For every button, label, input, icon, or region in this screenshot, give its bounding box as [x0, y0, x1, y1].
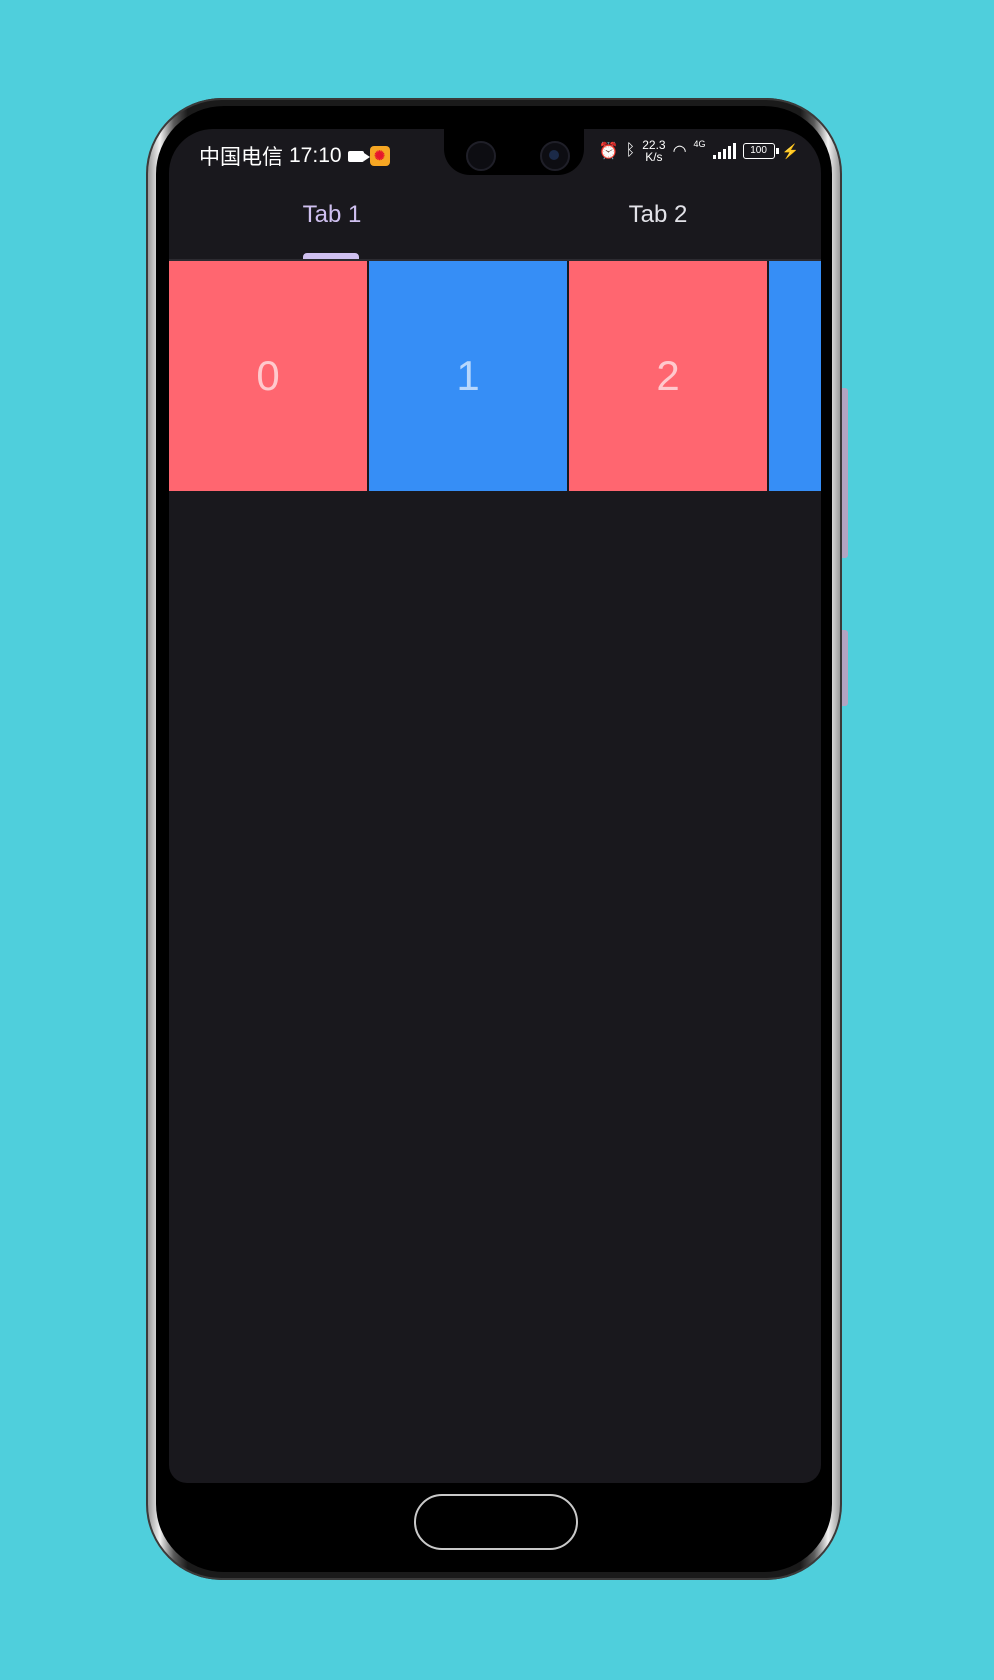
- power-button: [842, 630, 848, 706]
- volume-button: [842, 388, 848, 558]
- bluetooth-icon: ᛒ: [625, 142, 636, 159]
- network-speed: 22.3 K/s: [642, 139, 665, 163]
- tab-bar: Tab 1 Tab 2: [169, 175, 821, 255]
- charging-icon: ⚡: [781, 142, 799, 159]
- network-type: 4G: [693, 139, 706, 149]
- alarm-icon: ⏰: [598, 143, 619, 160]
- card-1[interactable]: 1: [369, 261, 567, 491]
- carrier-label: 中国电信: [199, 146, 283, 169]
- battery-level: 100: [750, 145, 767, 156]
- front-camera: [540, 141, 570, 171]
- video-recording-icon: [347, 150, 370, 162]
- tab-2[interactable]: Tab 2: [495, 175, 821, 255]
- card-0[interactable]: 0: [169, 261, 367, 491]
- card-strip[interactable]: 0 1 2: [169, 261, 821, 491]
- wifi-icon: ◠: [672, 143, 687, 160]
- home-button[interactable]: [414, 1494, 578, 1550]
- clock: 17:10: [289, 144, 342, 167]
- speed-unit: K/s: [645, 150, 663, 164]
- weibo-icon: ✺: [369, 146, 390, 166]
- phone-screen: 中国电信 17:10 ✺ ⏰ ᛒ 22.3 K/s ◠ 4G 100 ⚡ Tab…: [169, 129, 821, 1483]
- phone-frame: 中国电信 17:10 ✺ ⏰ ᛒ 22.3 K/s ◠ 4G 100 ⚡ Tab…: [146, 98, 848, 1580]
- signal-icon: [712, 143, 736, 159]
- card-3[interactable]: [769, 261, 821, 491]
- tab-1[interactable]: Tab 1: [169, 175, 495, 255]
- camera-notch: [444, 129, 584, 175]
- card-2[interactable]: 2: [569, 261, 767, 491]
- battery-icon: 100: [742, 143, 779, 159]
- front-sensor: [466, 141, 496, 171]
